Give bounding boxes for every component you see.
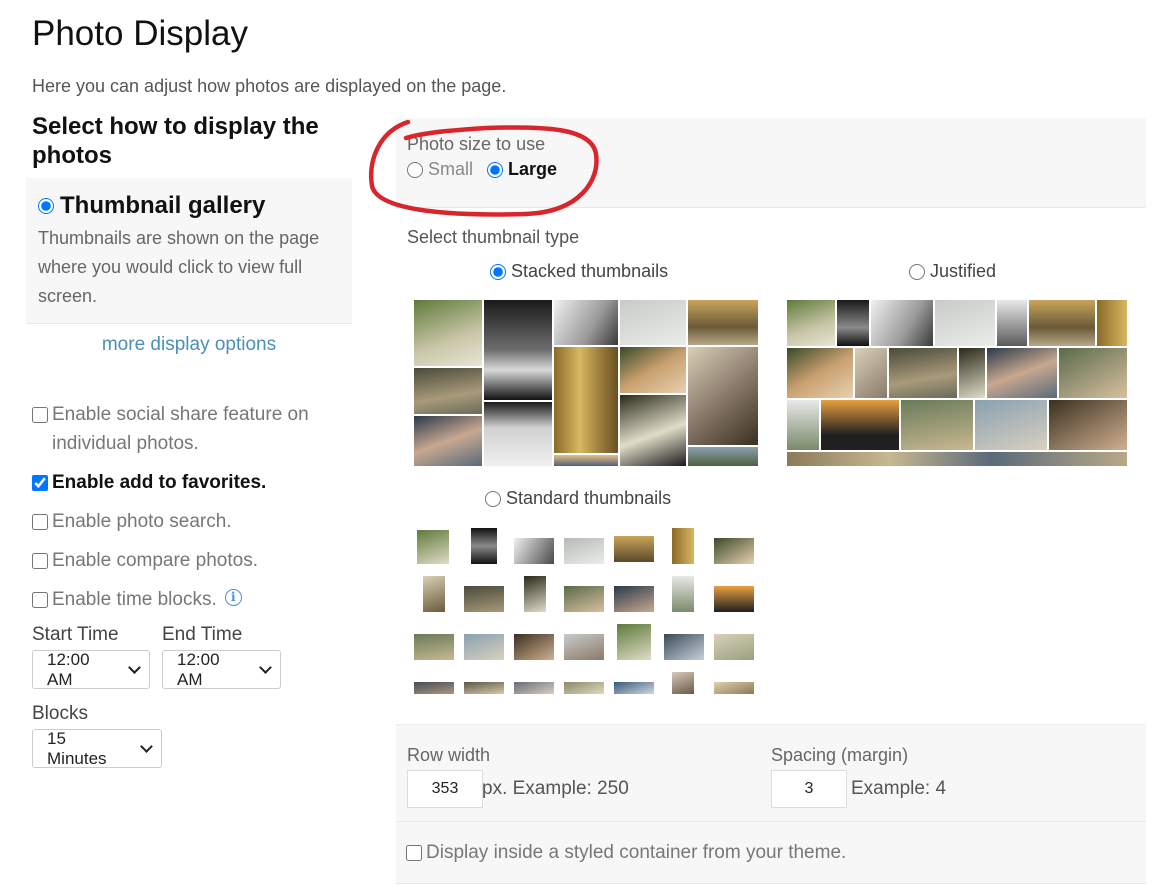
thumbnail-gallery-description: Thumbnails are shown on the page where y… (38, 228, 320, 306)
styled-container-option[interactable]: Display inside a styled container from y… (406, 842, 846, 864)
compare-photos-option[interactable]: Enable compare photos. (32, 546, 352, 575)
stacked-thumbnails-option[interactable]: Stacked thumbnails (490, 261, 668, 282)
time-range-row: Start Time 12:00 AM End Time 12:00 AM (26, 624, 352, 689)
social-share-checkbox[interactable] (32, 407, 48, 423)
styled-container-checkbox[interactable] (406, 845, 422, 861)
stacked-thumbnails-label: Stacked thumbnails (511, 261, 669, 281)
time-blocks-option[interactable]: Enable time blocks. i (32, 585, 352, 614)
social-share-option[interactable]: Enable social share feature on individua… (32, 400, 352, 458)
stacked-thumbnails-preview[interactable] (414, 300, 758, 466)
display-mode-heading: Select how to display the photos (32, 113, 319, 169)
thumbnail-gallery-option[interactable]: Thumbnail gallery Thumbnails are shown o… (26, 178, 352, 324)
photo-size-small-label: Small (428, 159, 474, 179)
start-time-select[interactable]: 12:00 AM (32, 650, 150, 689)
standard-thumbnails-option[interactable]: Standard thumbnails (485, 488, 671, 509)
photo-search-label: Enable photo search. (52, 511, 232, 532)
start-time-value: 12:00 AM (47, 649, 90, 689)
blocks-select[interactable]: 15 Minutes (32, 729, 162, 768)
standard-thumbnails-label: Standard thumbnails (506, 488, 672, 508)
compare-photos-checkbox[interactable] (32, 553, 48, 569)
time-blocks-checkbox[interactable] (32, 592, 48, 608)
justified-option[interactable]: Justified (909, 261, 996, 282)
standard-thumbnails-preview[interactable] (412, 526, 758, 694)
display-settings-column: Select how to display the photos Thumbna… (26, 112, 352, 768)
photo-size-small-option[interactable]: Small (407, 159, 473, 180)
row-width-hint: px. Example: 250 (482, 778, 629, 799)
photo-search-option[interactable]: Enable photo search. (32, 507, 352, 536)
page-description: Here you can adjust how photos are displ… (32, 76, 507, 96)
photo-size-large-option[interactable]: Large (487, 159, 557, 180)
row-width-input[interactable] (407, 770, 483, 808)
feature-checklist: Enable social share feature on individua… (26, 400, 352, 614)
chevron-down-icon (259, 660, 272, 674)
more-display-options-link[interactable]: more display options (26, 334, 352, 356)
styled-container-panel: Display inside a styled container from y… (396, 822, 1146, 884)
end-time-label: End Time (162, 624, 243, 645)
spacing-label: Spacing (margin) (771, 745, 909, 765)
justified-radio[interactable] (909, 263, 925, 280)
justified-label: Justified (930, 261, 997, 281)
layout-settings-panel: Row width px. Example: 250 Spacing (marg… (396, 724, 1146, 822)
favorites-label: Enable add to favorites. (52, 472, 267, 493)
thumbnail-gallery-radio[interactable] (38, 198, 54, 214)
chevron-down-icon (140, 739, 153, 753)
photo-size-options: Small Large (407, 159, 1146, 180)
standard-thumbnails-radio[interactable] (485, 490, 501, 507)
photo-size-large-label: Large (508, 159, 558, 179)
photo-search-checkbox[interactable] (32, 514, 48, 530)
info-icon[interactable]: i (224, 589, 242, 606)
spacing-hint: Example: 4 (851, 778, 947, 799)
compare-photos-label: Enable compare photos. (52, 550, 258, 571)
styled-container-label: Display inside a styled container from y… (426, 842, 847, 863)
page-title: Photo Display (32, 14, 248, 53)
row-width-label: Row width (407, 745, 491, 765)
end-time-select[interactable]: 12:00 AM (162, 650, 281, 689)
blocks-value: 15 Minutes (47, 728, 107, 768)
favorites-option[interactable]: Enable add to favorites. (32, 468, 352, 497)
stacked-thumbnails-radio[interactable] (490, 263, 506, 280)
favorites-checkbox[interactable] (32, 475, 48, 491)
photo-size-large-radio[interactable] (487, 161, 504, 178)
start-time-label: Start Time (32, 624, 119, 645)
thumbnail-type-label: Select thumbnail type (407, 227, 580, 247)
chevron-down-icon (128, 660, 141, 674)
social-share-label: Enable social share feature on individua… (52, 404, 309, 454)
spacing-input[interactable] (771, 770, 847, 808)
blocks-label: Blocks (32, 703, 88, 724)
photo-size-panel: Photo size to use Small Large (396, 118, 1146, 208)
photo-size-small-radio[interactable] (407, 161, 423, 178)
end-time-value: 12:00 AM (177, 649, 220, 689)
photo-size-label: Photo size to use (407, 134, 546, 154)
thumbnail-gallery-label: Thumbnail gallery (60, 192, 266, 219)
time-blocks-label: Enable time blocks. (52, 589, 217, 610)
justified-preview[interactable] (787, 300, 1127, 466)
